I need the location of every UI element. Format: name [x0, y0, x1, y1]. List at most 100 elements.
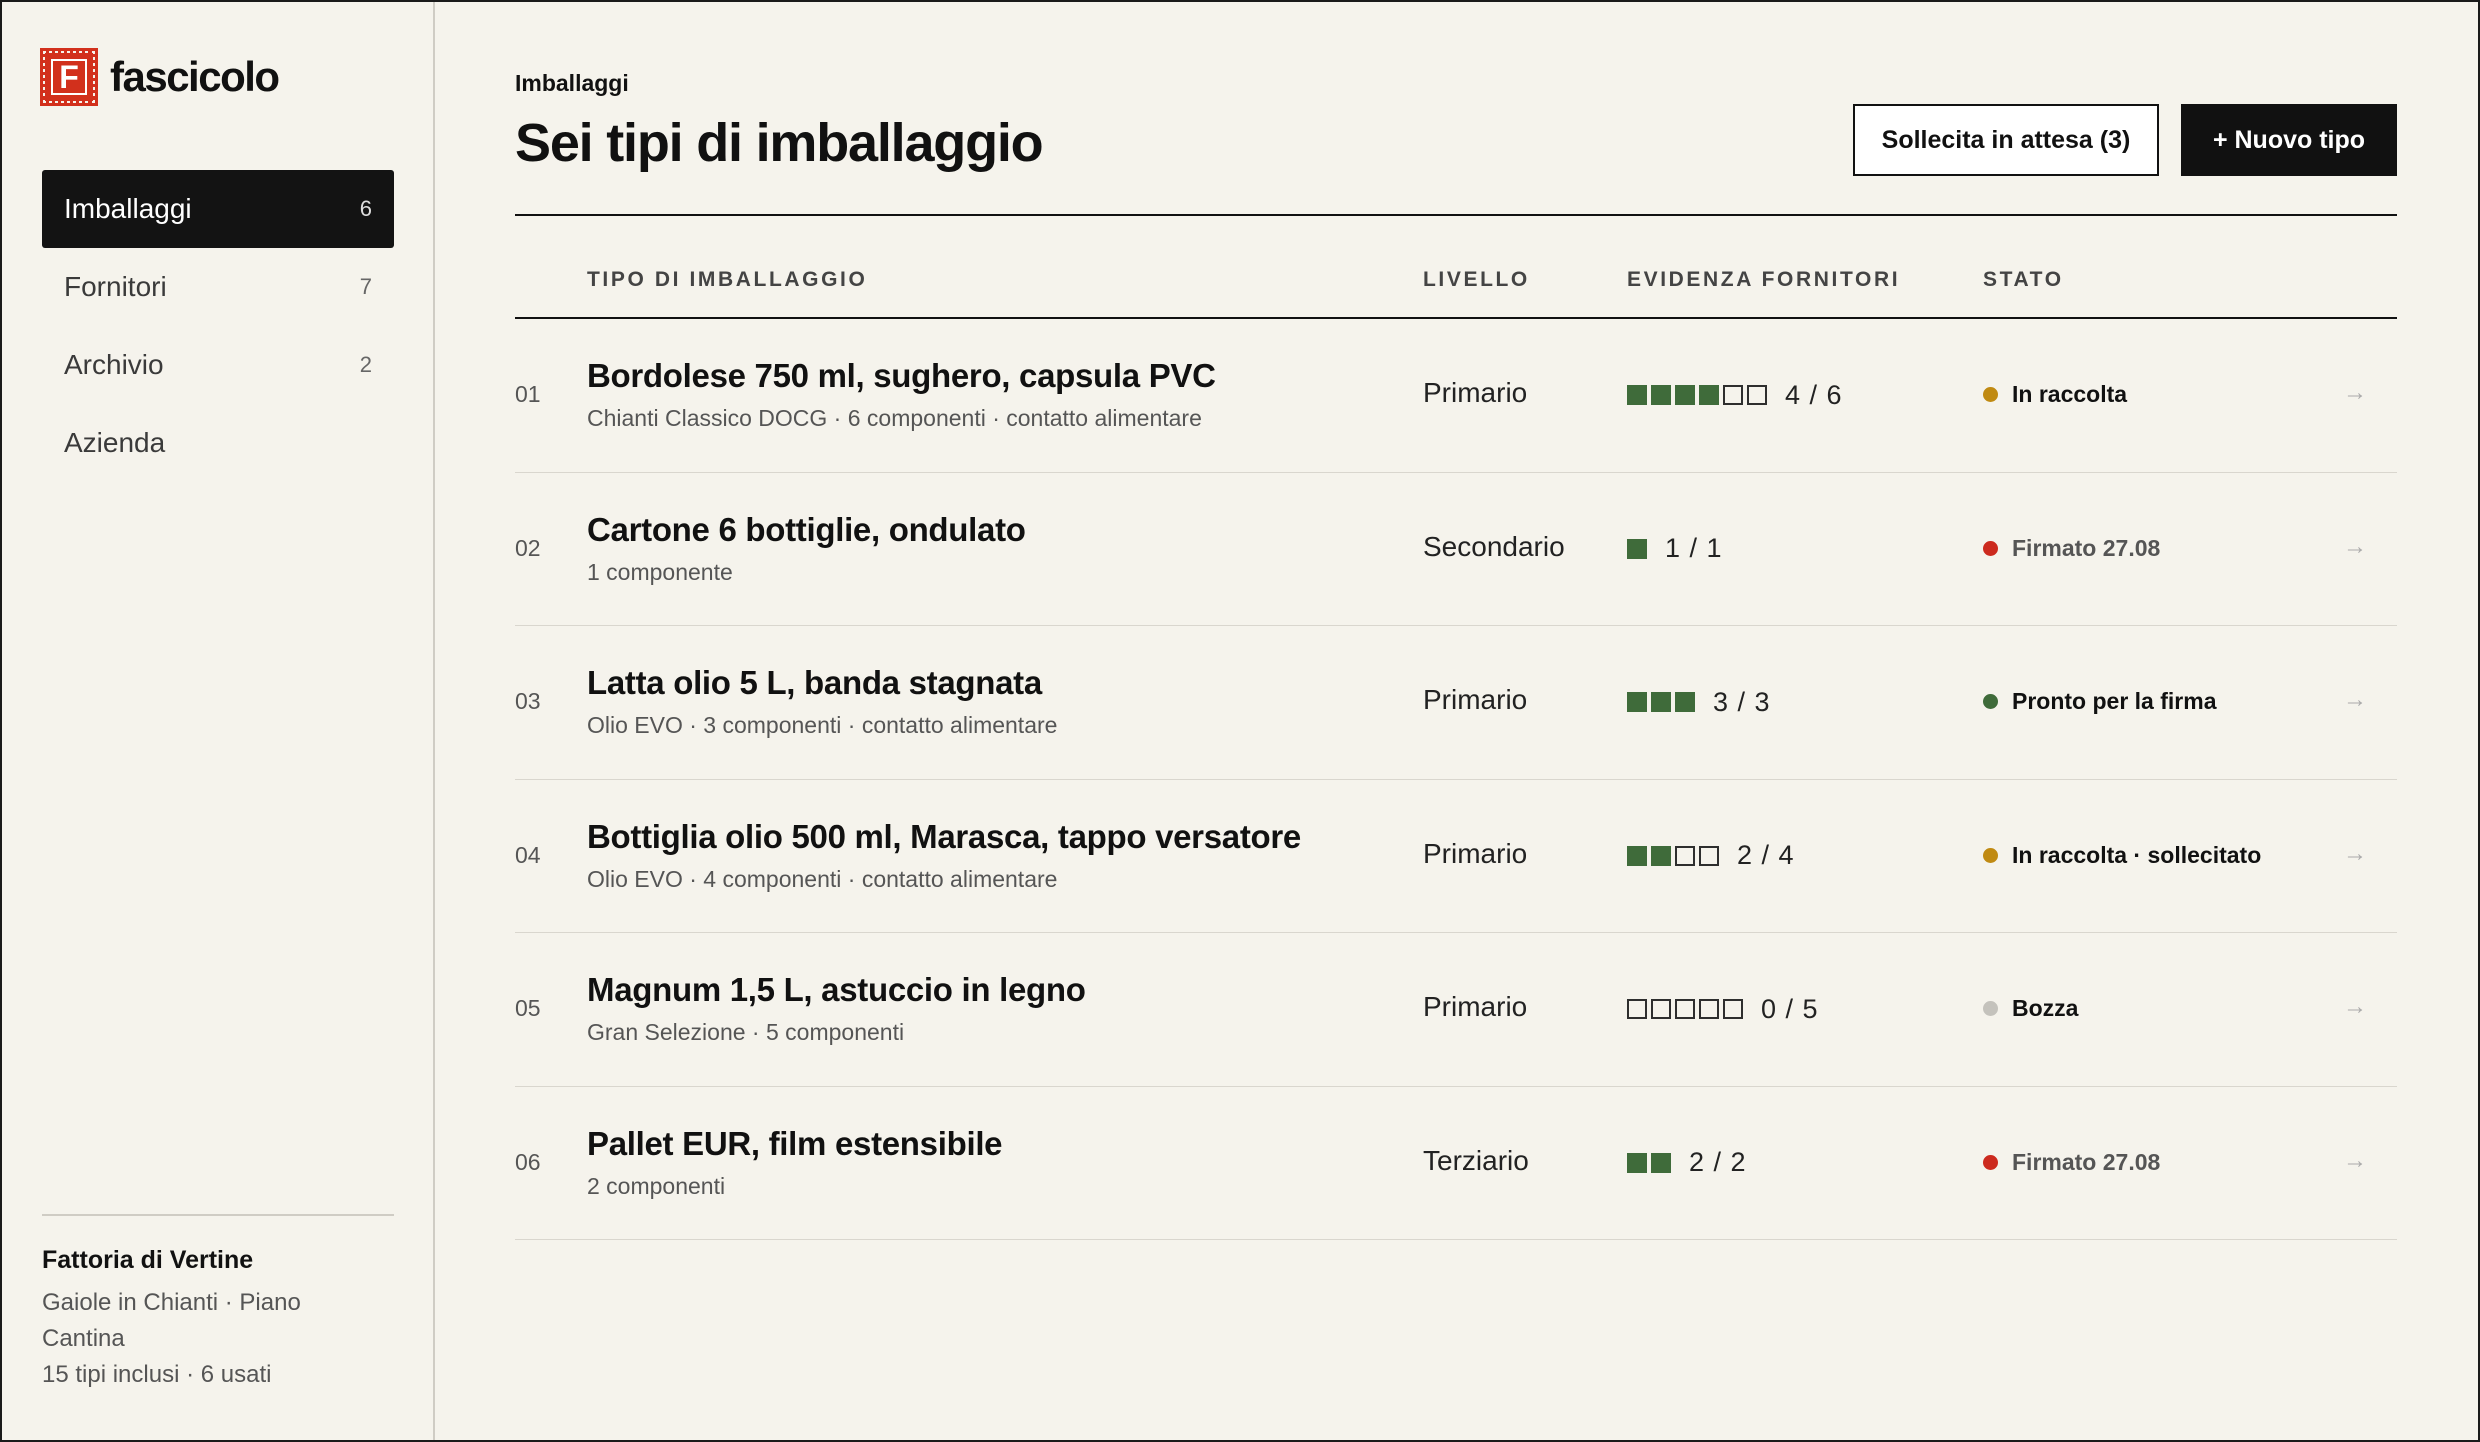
sidebar-item-label: Fornitori [64, 271, 167, 302]
app-name: fascicolo [110, 53, 280, 100]
table-row[interactable]: 04 Bottiglia olio 500 ml, Marasca, tappo … [515, 780, 2397, 933]
row-number: 04 [515, 841, 541, 868]
sidebar-item-label: Azienda [64, 427, 166, 458]
table-row[interactable]: 03 Latta olio 5 L, banda stagnata Olio EVO… [515, 626, 2397, 780]
status-label: Bozza [2012, 995, 2079, 1021]
supplier-evidence: 1 / 1 [1627, 533, 1723, 565]
status-dot-icon [1983, 1154, 1998, 1170]
main-content: Imballaggi Sei tipi di imballaggio Solle… [435, 2, 2478, 1440]
packaging-table: 01 Bordolese 750 ml, sughero, capsula PVC… [515, 319, 2397, 1240]
evidence-square-filled [1675, 385, 1695, 405]
evidence-square-empty [1747, 385, 1767, 405]
evidence-square-filled [1675, 692, 1695, 712]
arrow-right-icon[interactable]: → [2343, 993, 2367, 1021]
evidence-square-filled [1627, 1152, 1647, 1173]
evidence-square-filled [1627, 385, 1647, 405]
status-dot-icon [1983, 847, 1998, 863]
status-dot-icon [1983, 1001, 1998, 1016]
arrow-right-icon[interactable]: → [2343, 686, 2367, 714]
row-number: 05 [515, 995, 541, 1021]
column-header-status[interactable]: STATO [1983, 268, 2064, 292]
table-row[interactable]: 02 Cartone 6 bottiglie, ondulato 1 compone… [515, 473, 2397, 626]
table-row[interactable]: 05 Magnum 1,5 L, astuccio in legno Gran Se… [515, 933, 2397, 1087]
app-window: F fascicolo Imballaggi 6 Fornitori 7 Arc… [0, 0, 2480, 1442]
column-header-type[interactable]: TIPO DI IMBALLAGGIO [587, 268, 867, 292]
packaging-level: Secondario [1423, 530, 1565, 562]
arrow-right-icon[interactable]: → [2343, 379, 2367, 407]
status-dot-icon [1983, 540, 1998, 556]
packaging-name: Pallet EUR, film estensibile [587, 1124, 1003, 1162]
sidebar-item-label: Imballaggi [64, 193, 192, 224]
packaging-name: Bordolese 750 ml, sughero, capsula PVC [587, 357, 1216, 394]
sidebar-item-fornitori[interactable]: Fornitori 7 [42, 248, 394, 326]
packaging-details: Olio EVO · 4 componenti · contatto alime… [587, 865, 1058, 892]
arrow-right-icon[interactable]: → [2343, 1147, 2367, 1175]
organization-location-2: Cantina [42, 1325, 125, 1352]
evidence-square-empty [1627, 999, 1647, 1019]
packaging-name: Bottiglia olio 500 ml, Marasca, tappo ve… [587, 817, 1301, 855]
organization-name: Fattoria di Vertine [42, 1246, 254, 1274]
packaging-level: Primario [1423, 837, 1528, 869]
organization-location: Gaiole in Chianti · Piano [42, 1289, 301, 1316]
sidebar-item-azienda[interactable]: Azienda [42, 404, 394, 482]
status-label: Pronto per la firma [2012, 688, 2217, 714]
packaging-details: 2 componenti [587, 1172, 726, 1199]
arrow-right-icon[interactable]: → [2343, 533, 2367, 561]
packaging-details: Chianti Classico DOCG · 6 componenti · c… [587, 405, 1202, 431]
evidence-square-filled [1627, 538, 1647, 559]
row-number: 01 [515, 381, 541, 407]
status-badge: In raccolta · sollecitato [1983, 842, 2261, 869]
status-label: In raccolta [2012, 381, 2128, 407]
organization-info: Fattoria di Vertine Gaiole in Chianti · … [42, 1214, 394, 1393]
column-header-evidence[interactable]: EVIDENZA FORNITORI [1627, 268, 1900, 292]
evidence-square-filled [1627, 692, 1647, 712]
evidence-square-empty [1723, 999, 1743, 1019]
row-number: 06 [515, 1148, 541, 1175]
evidence-square-empty [1699, 999, 1719, 1019]
status-badge: Pronto per la firma [1983, 688, 2216, 715]
sidebar-item-archivio[interactable]: Archivio 2 [42, 326, 394, 404]
packaging-details: 1 componente [587, 558, 733, 585]
packaging-details: Olio EVO · 3 componenti · contatto alime… [587, 712, 1058, 738]
evidence-count: 2 / 2 [1689, 1147, 1747, 1177]
table-header: TIPO DI IMBALLAGGIO LIVELLO EVIDENZA FOR… [515, 260, 2397, 320]
packaging-name: Magnum 1,5 L, astuccio in legno [587, 971, 1086, 1008]
supplier-evidence: 2 / 2 [1627, 1147, 1747, 1179]
packaging-details: Gran Selezione · 5 componenti [587, 1019, 905, 1045]
evidence-count: 1 / 1 [1665, 533, 1723, 563]
evidence-count: 0 / 5 [1761, 993, 1819, 1024]
sidebar-item-count: 7 [359, 274, 372, 299]
sidebar-item-count: 2 [359, 352, 372, 377]
stamp-logo-icon: F [40, 48, 98, 106]
supplier-evidence: 0 / 5 [1627, 993, 1819, 1025]
evidence-square-filled [1651, 845, 1671, 866]
supplier-evidence: 2 / 4 [1627, 840, 1795, 872]
status-badge: Firmato 27.08 [1983, 535, 2160, 562]
supplier-evidence: 3 / 3 [1627, 686, 1771, 718]
column-header-level[interactable]: LIVELLO [1423, 268, 1530, 292]
packaging-level: Primario [1423, 684, 1528, 715]
packaging-level: Primario [1423, 377, 1528, 408]
evidence-square-empty [1699, 845, 1719, 866]
table-row[interactable]: 06 Pallet EUR, film estensibile 2 componen… [515, 1087, 2397, 1240]
breadcrumb[interactable]: Imballaggi [515, 70, 629, 97]
logo[interactable]: F fascicolo [40, 48, 280, 106]
packaging-level: Terziario [1423, 1144, 1529, 1176]
status-badge: In raccolta [1983, 381, 2127, 408]
sidebar-item-count: 6 [359, 196, 372, 221]
evidence-square-filled [1651, 692, 1671, 712]
row-number: 03 [515, 688, 541, 714]
sidebar-nav: Imballaggi 6 Fornitori 7 Archivio 2 Azie… [42, 170, 394, 482]
page-title: Sei tipi di imballaggio [515, 113, 1044, 173]
header-divider [515, 214, 2397, 216]
evidence-square-filled [1699, 385, 1719, 405]
new-type-button[interactable]: + Nuovo tipo [2181, 104, 2397, 176]
table-row[interactable]: 01 Bordolese 750 ml, sughero, capsula PVC… [515, 319, 2397, 473]
sidebar-item-imballaggi[interactable]: Imballaggi 6 [42, 170, 394, 248]
status-label: In raccolta · sollecitato [2012, 841, 2262, 868]
organization-usage: 15 tipi inclusi · 6 usati [42, 1361, 272, 1388]
evidence-square-filled [1627, 845, 1647, 866]
row-number: 02 [515, 534, 541, 561]
remind-pending-button[interactable]: Sollecita in attesa (3) [1853, 104, 2159, 176]
arrow-right-icon[interactable]: → [2343, 840, 2367, 868]
